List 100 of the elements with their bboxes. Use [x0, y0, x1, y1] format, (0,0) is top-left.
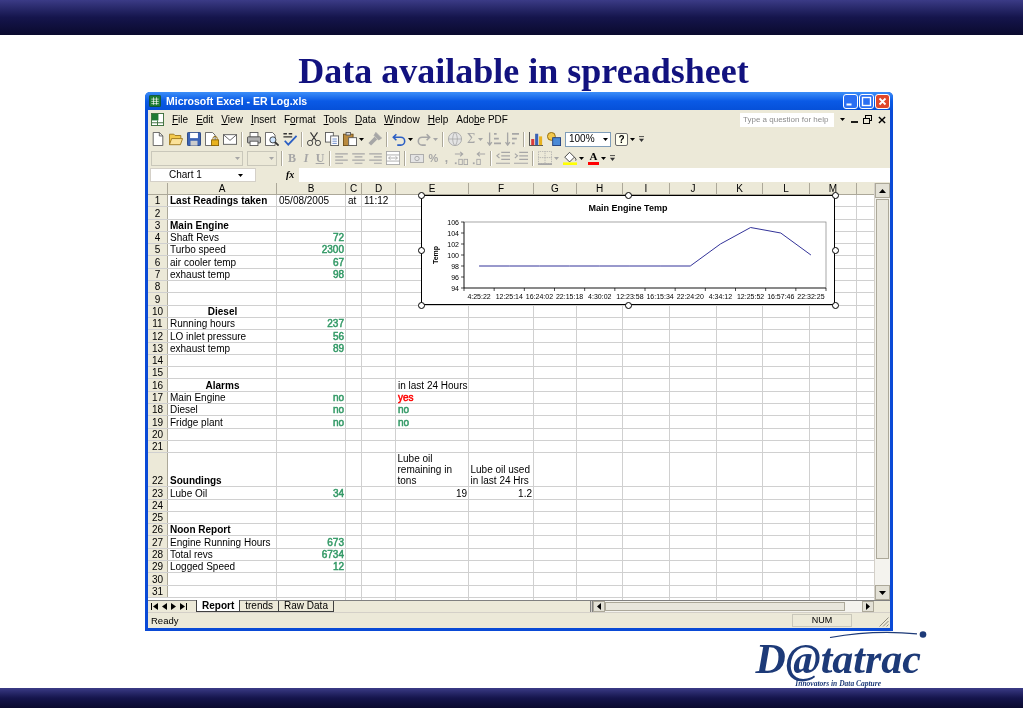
toolbar-options-icon[interactable] — [639, 135, 644, 143]
caret-icon[interactable] — [408, 137, 413, 141]
first-sheet-icon[interactable] — [151, 603, 158, 610]
scroll-thumb[interactable] — [876, 199, 889, 559]
row-header[interactable]: 5 — [148, 244, 168, 256]
column-header[interactable]: I — [623, 183, 670, 195]
name-box[interactable]: Chart 1 — [150, 168, 256, 182]
resize-handle[interactable] — [624, 301, 632, 309]
menu-item[interactable]: Help — [423, 113, 453, 126]
table-cell-text: in last 24 Hours — [397, 379, 469, 391]
doc-restore-icon[interactable] — [863, 115, 872, 124]
row-header[interactable]: 23 — [148, 487, 168, 499]
zoom-box[interactable]: 100% — [565, 131, 611, 147]
row-header[interactable]: 6 — [148, 256, 168, 268]
envelope-icon[interactable] — [223, 133, 237, 145]
resize-handle[interactable] — [417, 246, 425, 254]
menu-item[interactable]: View — [217, 113, 247, 126]
menu-item[interactable]: Format — [279, 113, 320, 126]
scroll-left-button[interactable] — [593, 601, 605, 612]
column-header[interactable]: C — [346, 183, 362, 195]
menu-item[interactable]: Window — [380, 113, 424, 126]
row-header[interactable]: 31 — [148, 585, 168, 597]
resize-grip-icon[interactable] — [879, 617, 889, 627]
scroll-right-button[interactable] — [862, 601, 874, 612]
column-header[interactable]: L — [763, 183, 810, 195]
row-header[interactable]: 10 — [148, 305, 168, 317]
undo-icon[interactable] — [392, 132, 406, 146]
row-header[interactable]: 9 — [148, 293, 168, 305]
horizontal-scroll-thumb[interactable] — [605, 602, 845, 611]
resize-handle[interactable] — [624, 191, 632, 199]
caret-icon[interactable] — [630, 137, 635, 141]
menu-item[interactable]: Insert — [246, 113, 280, 126]
caret-icon[interactable] — [601, 156, 606, 160]
shapes-icon[interactable] — [547, 132, 561, 146]
vertical-scrollbar[interactable] — [874, 183, 890, 600]
caret-icon[interactable] — [238, 173, 243, 177]
row-header[interactable]: 8 — [148, 281, 168, 293]
menu-item[interactable]: Data — [350, 113, 381, 126]
resize-handle[interactable] — [417, 191, 425, 199]
row-header[interactable]: 2 — [148, 207, 168, 219]
column-header[interactable]: H — [577, 183, 623, 195]
row-header[interactable]: 3 — [148, 219, 168, 231]
row-header[interactable]: 22 — [148, 453, 168, 487]
copy-icon[interactable] — [325, 132, 339, 146]
column-header[interactable]: J — [670, 183, 717, 195]
sheet-tab[interactable]: Report — [196, 600, 241, 612]
caret-icon[interactable] — [579, 156, 584, 160]
menu-item[interactable]: Adobe PDF — [452, 113, 512, 126]
row-header[interactable]: 19 — [148, 416, 168, 428]
tab-split-handle[interactable] — [590, 601, 593, 612]
spell-check-icon[interactable] — [283, 132, 297, 146]
scroll-up-button[interactable] — [875, 183, 890, 198]
column-header[interactable]: D — [362, 183, 396, 195]
column-header[interactable]: G — [534, 183, 577, 195]
row-header[interactable]: 16 — [148, 379, 168, 391]
caret-icon[interactable] — [603, 137, 608, 141]
print-preview-icon[interactable] — [265, 132, 279, 146]
toolbar-options-icon[interactable] — [610, 154, 615, 162]
workbook-icon[interactable] — [151, 113, 164, 126]
menu-item[interactable]: Edit — [192, 113, 218, 126]
clipboard-icon[interactable] — [343, 132, 357, 146]
column-header[interactable]: B — [277, 183, 346, 195]
column-header[interactable]: A — [168, 183, 277, 195]
doc-close-icon[interactable] — [878, 115, 886, 124]
column-header[interactable]: M — [810, 183, 857, 195]
row-header[interactable]: 30 — [148, 573, 168, 585]
row-header[interactable]: 12 — [148, 330, 168, 342]
column-header[interactable]: E — [396, 183, 469, 195]
resize-handle[interactable] — [831, 191, 839, 199]
formula-field[interactable] — [299, 168, 890, 182]
new-page-icon[interactable] — [151, 132, 165, 146]
caret-icon[interactable] — [359, 137, 364, 141]
row-header[interactable]: 20 — [148, 428, 168, 440]
maximize-icon[interactable] — [859, 93, 874, 109]
insert-function-button[interactable]: fx — [286, 169, 295, 181]
resize-handle[interactable] — [831, 246, 839, 254]
row-header[interactable]: 24 — [148, 499, 168, 511]
column-header[interactable]: F — [469, 183, 534, 195]
scissors-icon[interactable] — [307, 132, 321, 146]
help-question-field[interactable]: Type a question for help — [740, 112, 834, 127]
row-header[interactable]: 13 — [148, 342, 168, 354]
row-header[interactable]: 27 — [148, 536, 168, 548]
resize-handle[interactable] — [417, 301, 425, 309]
printer-icon[interactable] — [247, 132, 261, 146]
menu-item[interactable]: File — [168, 113, 193, 126]
column-header[interactable]: K — [717, 183, 763, 195]
page-lock-icon[interactable] — [205, 132, 219, 146]
last-sheet-icon[interactable] — [180, 603, 187, 610]
previous-sheet-icon[interactable] — [162, 603, 167, 610]
scroll-down-button[interactable] — [875, 585, 890, 600]
row-header[interactable]: 1 — [148, 195, 168, 207]
close-icon[interactable] — [875, 93, 890, 109]
bar-chart-icon[interactable] — [529, 132, 543, 146]
caret-icon[interactable] — [840, 118, 845, 121]
next-sheet-icon[interactable] — [171, 603, 176, 610]
menu-item[interactable]: Tools — [319, 113, 351, 126]
minimize-icon[interactable] — [843, 93, 858, 109]
paint-bucket-icon[interactable] — [563, 151, 577, 165]
help-button[interactable]: ? — [615, 132, 628, 146]
resize-handle[interactable] — [831, 301, 839, 309]
